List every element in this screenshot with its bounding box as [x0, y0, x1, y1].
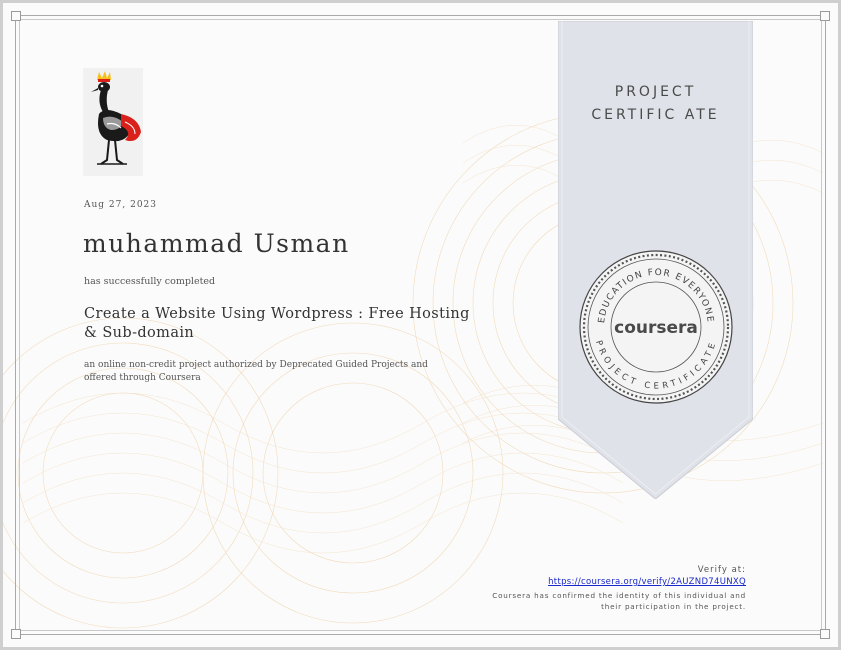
corner-ornament [11, 11, 21, 21]
verify-label: Verify at: [697, 565, 746, 575]
ribbon-title-line2: CERTIFIC ATE [591, 107, 720, 123]
seal-brand: coursera [614, 318, 698, 338]
corner-ornament [820, 11, 830, 21]
completion-statement: has successfully completed [84, 276, 216, 287]
ribbon-title: PROJECT CERTIFIC ATE [558, 81, 753, 127]
certificate-sheet: Aug 27, 2023 muhammad Usman has successf… [3, 3, 838, 647]
course-description: an online non-credit project authorized … [84, 360, 428, 383]
recipient-name: muhammad Usman [83, 229, 350, 258]
course-title: Create a Website Using Wordpress : Free … [84, 306, 470, 341]
verification-block: Verify at: https://coursera.org/verify/2… [426, 565, 746, 612]
ribbon-title-line1: PROJECT [614, 84, 697, 100]
verify-link[interactable]: https://coursera.org/verify/2AUZND74UNXQ [426, 576, 746, 588]
verify-note-line2: their participation in the project. [601, 602, 746, 611]
verify-note: Coursera has confirmed the identity of t… [426, 590, 746, 612]
corner-ornament [11, 629, 21, 639]
coursera-seal-icon: EDUCATION FOR EVERYONE PROJECT CERTIFICA… [579, 250, 733, 404]
verify-note-line1: Coursera has confirmed the identity of t… [492, 591, 746, 600]
crowned-crane-logo-icon [83, 68, 143, 176]
issue-date: Aug 27, 2023 [84, 200, 157, 210]
corner-ornament [820, 629, 830, 639]
